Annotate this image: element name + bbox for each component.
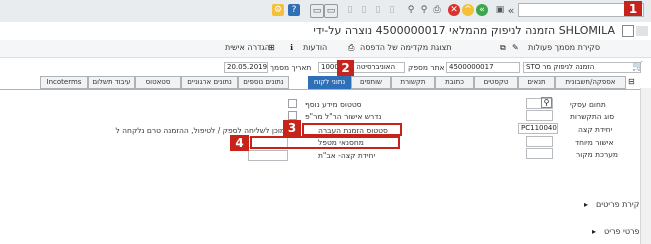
- menu-item-messages[interactable]: הודעות: [303, 43, 327, 52]
- doc-number-field[interactable]: 4500000017: [446, 62, 520, 73]
- edit-icon[interactable]: ✎: [512, 43, 519, 52]
- tab-org-data[interactable]: נתונים ארגוניים: [181, 76, 238, 89]
- requires-approval-label: נדרש אישור הר"ל מר"פ: [305, 112, 382, 121]
- menu-item-document-overview[interactable]: סקירת מסמך פעולות: [528, 43, 600, 52]
- cart-icon: 🛒: [632, 62, 644, 72]
- tab-address[interactable]: כתובת: [435, 76, 474, 89]
- menu-item-personal-settings[interactable]: הגדרה אישית: [225, 43, 270, 52]
- next-page-icon[interactable]: ▯: [358, 4, 370, 16]
- settings-icon[interactable]: ⊞: [268, 43, 275, 52]
- tab-additional-data[interactable]: נתונים נוספים: [238, 76, 289, 89]
- callout-4: 4: [230, 135, 249, 151]
- new-session-icon[interactable]: ▭: [324, 4, 338, 18]
- tab-strip: Incoterms עיבוד תשלום סטאטוס נתונים ארגו…: [40, 76, 640, 89]
- document-icon: [622, 25, 634, 37]
- menu-item-print-preview[interactable]: תצוגת מקדימה של הדפסה: [360, 43, 452, 52]
- shortcut-icon[interactable]: ▭: [310, 4, 324, 18]
- help-icon[interactable]: ?: [288, 4, 300, 16]
- tab-delivery-invoice[interactable]: אספקה/חשבונית: [555, 76, 626, 89]
- find-icon[interactable]: ⚲: [418, 4, 430, 16]
- header-fields: STO הזמנה לניפוק מר 🛒 4500000017 אתר מספ…: [0, 60, 651, 74]
- requires-approval-checkbox[interactable]: [288, 111, 297, 120]
- unit-value: PC110040: [521, 124, 557, 132]
- expand-section-icon[interactable]: ▸: [584, 200, 588, 209]
- print-icon[interactable]: ⎙: [431, 4, 443, 16]
- expand-section-icon[interactable]: ▸: [592, 227, 596, 236]
- unit-field[interactable]: PC110040: [518, 123, 558, 134]
- print-icon[interactable]: ⎙: [348, 43, 354, 53]
- tab-payment[interactable]: עיבוד תשלום: [88, 76, 135, 89]
- search-icon[interactable]: ⚲: [541, 97, 552, 108]
- expand-icon[interactable]: «: [505, 4, 517, 17]
- sections-area: סקירת פריטים ▸ פרטי פריט ▸: [0, 190, 645, 244]
- tab-incoterms[interactable]: Incoterms: [40, 76, 88, 89]
- customer-label: תחום עסקי: [570, 100, 606, 109]
- source-system-field[interactable]: [526, 148, 553, 159]
- date-label: תאריך מסמך: [270, 63, 312, 72]
- special-approval-label: אישור מיוחד: [575, 138, 614, 147]
- items-review-section[interactable]: סקירת פריטים: [596, 200, 645, 209]
- prev-page-icon[interactable]: ▯: [372, 4, 384, 16]
- cancel-icon[interactable]: ✕: [448, 4, 460, 16]
- tab-list-icon[interactable]: ⊟: [628, 77, 635, 86]
- supplier-field[interactable]: 1000 האוניברסיטה העב: [318, 62, 405, 73]
- tab-customer-data[interactable]: נתוני לקוח: [308, 76, 351, 89]
- callout-2: 2: [337, 60, 354, 76]
- unit-label: יחידת קצה: [578, 125, 613, 134]
- vertical-scrollbar[interactable]: [640, 88, 651, 244]
- tab-texts[interactable]: טקסטים: [474, 76, 518, 89]
- first-page-icon[interactable]: ▯: [386, 4, 398, 16]
- title-bar: הזמנה לניפוק מהמלאי 4500000017 נוצרה על-…: [0, 22, 651, 40]
- callout-1: 1: [624, 1, 642, 16]
- back-icon[interactable]: «: [476, 4, 488, 16]
- system-toolbar: ⚙ ? ▭ ▭ ▯ ▯ ▯ ▯ ⚲ ⚲ ⎙ ✕ ^ « ▣ « ▼: [0, 0, 651, 23]
- tab-conditions[interactable]: תנאים: [518, 76, 555, 89]
- item-detail-section[interactable]: פרטי פריט: [604, 227, 640, 236]
- date-value: 20.05.2019: [227, 63, 268, 71]
- txn-type-field[interactable]: [526, 110, 553, 121]
- doc-type-field[interactable]: STO הזמנה לניפוק מר: [523, 62, 641, 73]
- supplier-label: אתר מספק: [408, 63, 445, 72]
- order-status-description: מוכן לשליחה לספק / לטיפול, ההזמנה טרם נל…: [115, 126, 285, 135]
- txn-type-label: סוג התקשרות: [570, 112, 615, 121]
- special-approval-field[interactable]: [526, 136, 553, 147]
- tab-status[interactable]: סטאטוס: [135, 76, 181, 89]
- page-title: הזמנה לניפוק מהמלאי 4500000017 נוצרה על-…: [313, 24, 615, 37]
- cart-icon: [636, 26, 648, 36]
- supplier-value: 1000 האוניברסיטה העב: [321, 63, 396, 71]
- info-icon[interactable]: ℹ: [290, 43, 293, 52]
- callout-3: 3: [283, 120, 301, 136]
- end-unit-label: יחידת קצה- אב"ת: [318, 151, 376, 160]
- source-system-label: מערכת מקור: [576, 150, 618, 159]
- doc-number-value: 4500000017: [449, 63, 494, 71]
- highlight-warehouse: [250, 136, 400, 149]
- date-field[interactable]: 20.05.2019: [224, 62, 268, 73]
- extra-info-checkbox[interactable]: [288, 99, 297, 108]
- tab-partners[interactable]: שותפים: [351, 76, 391, 89]
- application-menu: הגדרה אישית הודעות תצוגת מקדימה של הדפסה…: [0, 40, 651, 58]
- extra-info-label: סטטוס מידע נוסף: [305, 100, 362, 109]
- other-document-icon[interactable]: ⧉: [500, 43, 506, 53]
- settings-icon[interactable]: ⚙: [272, 4, 284, 16]
- exit-icon[interactable]: ^: [462, 4, 474, 16]
- find-next-icon[interactable]: ⚲: [405, 4, 417, 16]
- tab-communication[interactable]: תקשורת: [391, 76, 435, 89]
- last-page-icon[interactable]: ▯: [344, 4, 356, 16]
- highlight-order-status: [302, 123, 402, 136]
- doc-type-value: STO הזמנה לניפוק מר: [526, 63, 595, 71]
- end-unit-field[interactable]: [248, 150, 288, 161]
